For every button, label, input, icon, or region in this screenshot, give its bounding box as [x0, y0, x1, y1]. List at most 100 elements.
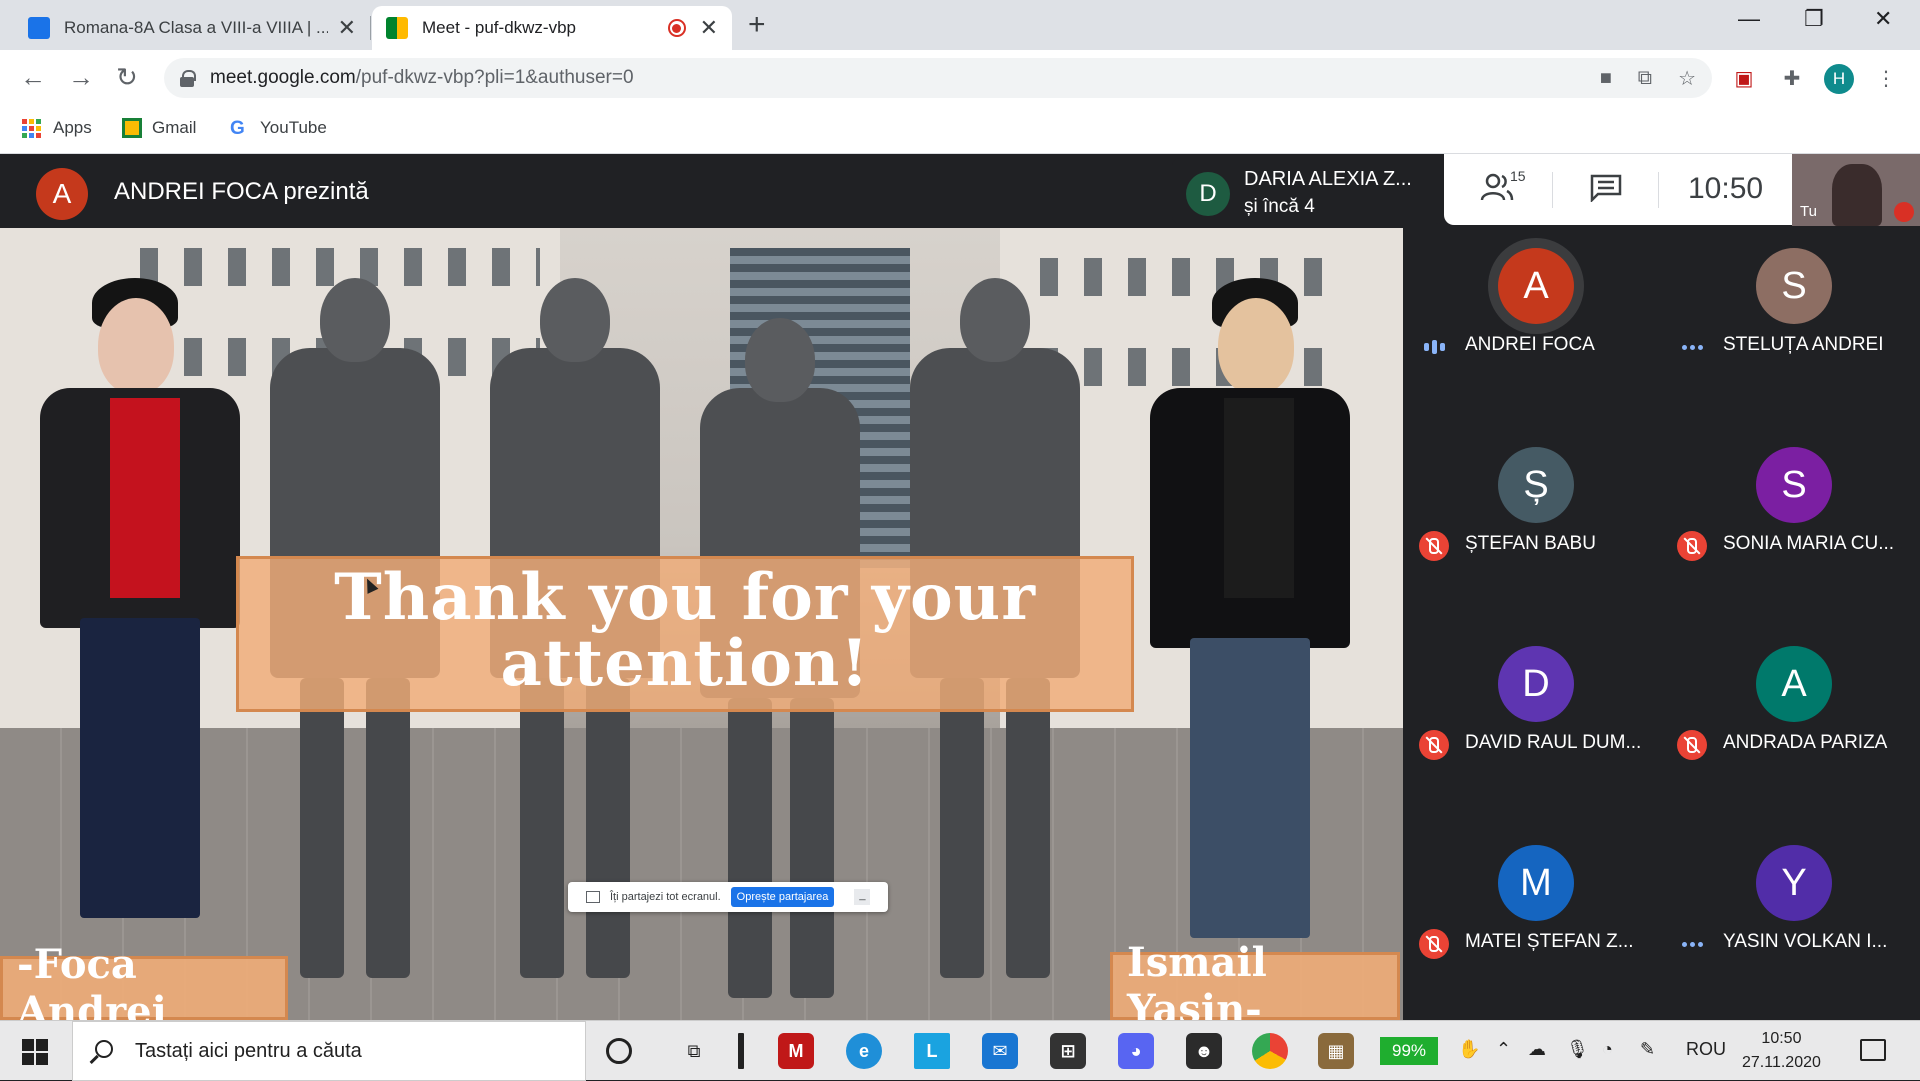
meet-icon	[386, 17, 408, 39]
battery-indicator[interactable]: 99%	[1380, 1037, 1438, 1065]
forward-icon[interactable]: →	[68, 62, 94, 93]
translate-icon[interactable]: ⧉	[1638, 67, 1652, 90]
participant-avatar: A	[1756, 646, 1832, 722]
taskbar-search[interactable]: Tastați aici pentru a căuta	[72, 1021, 586, 1081]
cortana-icon[interactable]	[606, 1038, 632, 1064]
meet-top-bar: A ANDREI FOCA prezintă D DARIA ALEXIA Z.…	[0, 154, 1920, 228]
divider	[1552, 172, 1553, 208]
menu-kebab-icon[interactable]: ⋮	[1872, 64, 1900, 92]
meeting-clock: 10:50	[1688, 172, 1764, 205]
mcafee-icon[interactable]: M	[778, 1033, 814, 1069]
tray-chevron-icon[interactable]: ⌃	[1496, 1039, 1511, 1060]
discord-icon[interactable]: ◕	[1118, 1033, 1154, 1069]
participant-tile[interactable]: S SONIA MARIA CU...	[1661, 427, 1919, 625]
address-bar[interactable]: meet.google.com/puf-dkwz-vbp?pli=1&authu…	[164, 58, 1712, 98]
extensions-puzzle-icon[interactable]: ✚	[1778, 64, 1806, 92]
lock-icon[interactable]	[180, 70, 196, 87]
bookmark-gmail[interactable]: Gmail	[122, 118, 196, 138]
participant-name: ANDREI FOCA	[1465, 334, 1595, 355]
microphone-icon[interactable]: 🎙	[1566, 1039, 1589, 1060]
participant-tile[interactable]: A ANDRADA PARIZA	[1661, 626, 1919, 824]
bookmark-youtube[interactable]: G YouTube	[230, 118, 327, 139]
store-icon[interactable]: ⊞	[1050, 1033, 1086, 1069]
pinned-avatar: D	[1186, 172, 1230, 216]
meeting-controls: 15 10:50	[1444, 154, 1792, 225]
close-window-button[interactable]: ✕	[1874, 6, 1892, 32]
pen-icon[interactable]: ✎	[1640, 1039, 1655, 1060]
participant-name: YASIN VOLKAN I...	[1723, 931, 1888, 952]
mail-icon[interactable]: ✉	[982, 1033, 1018, 1069]
audio-dots-icon	[1677, 332, 1707, 362]
url-host: meet.google.com	[210, 67, 356, 88]
participant-avatar: A	[1498, 248, 1574, 324]
self-view[interactable]: Tu	[1792, 154, 1920, 226]
chrome-icon[interactable]	[1252, 1033, 1288, 1069]
gmail-icon	[122, 118, 142, 138]
bookmark-star-icon[interactable]: ☆	[1678, 66, 1696, 91]
participant-tile[interactable]: Ș ȘTEFAN BABU	[1403, 427, 1661, 625]
url-text: meet.google.com/puf-dkwz-vbp?pli=1&authu…	[210, 67, 1574, 89]
stop-sharing-button[interactable]: Oprește partajarea	[730, 887, 835, 907]
participant-avatar: M	[1498, 845, 1574, 921]
language-indicator[interactable]: ROU	[1686, 1039, 1726, 1060]
caption-left: -Foca Andrei	[0, 941, 288, 1020]
tab-classroom[interactable]: Romana-8A Clasa a VIII-a VIIIA | ... ✕	[14, 6, 370, 50]
self-label: Tu	[1800, 203, 1817, 220]
presenter-label: ANDREI FOCA prezintă	[114, 178, 369, 205]
taskbar-time: 10:50	[1761, 1030, 1802, 1047]
participant-tile[interactable]: Y YASIN VOLKAN I...	[1661, 825, 1919, 1023]
search-placeholder: Tastați aici pentru a căuta	[135, 1039, 362, 1062]
chat-button[interactable]	[1590, 174, 1622, 204]
participant-name: ȘTEFAN BABU	[1465, 533, 1596, 554]
lenovo-vantage-icon[interactable]: L	[914, 1033, 950, 1069]
tab-separator	[370, 16, 371, 40]
mcafee-extension-icon[interactable]: ▣	[1730, 64, 1758, 92]
participant-tile[interactable]: D DAVID RAUL DUM...	[1403, 626, 1661, 824]
participant-name: ANDRADA PARIZA	[1723, 732, 1888, 753]
restore-button[interactable]: ❐	[1804, 6, 1824, 32]
participants-button[interactable]: 15	[1480, 168, 1526, 206]
new-tab-button[interactable]: +	[748, 8, 766, 42]
minimize-button[interactable]: —	[1738, 6, 1760, 32]
edge-icon[interactable]: e	[846, 1033, 882, 1069]
windows-start-icon[interactable]	[22, 1039, 48, 1065]
shared-screen-presentation: Thank you for your attention! -Foca Andr…	[0, 228, 1403, 1020]
apps-grid-icon	[22, 118, 41, 138]
app-divider-icon[interactable]	[738, 1033, 744, 1069]
participant-tile[interactable]: S STELUȚA ANDREI	[1661, 228, 1919, 426]
close-tab-icon[interactable]: ✕	[700, 15, 718, 41]
bookmark-apps[interactable]: Apps	[22, 118, 92, 138]
touch-icon[interactable]: ✋	[1458, 1039, 1480, 1060]
search-icon	[95, 1040, 113, 1058]
url-path: /puf-dkwz-vbp?pli=1&authuser=0	[355, 67, 634, 88]
pinned-participants[interactable]: D DARIA ALEXIA Z... și încă 4	[1172, 158, 1444, 224]
wifi-icon[interactable]: ◔	[1602, 1039, 1613, 1060]
screen-share-bar: Îți partajezi tot ecranul. Oprește parta…	[568, 882, 888, 912]
share-status-text: Îți partajezi tot ecranul.	[610, 891, 721, 903]
tab-meet[interactable]: Meet - puf-dkwz-vbp ✕	[372, 6, 732, 50]
tab-title: Meet - puf-dkwz-vbp	[422, 18, 576, 37]
app-shield-icon[interactable]: ☻	[1186, 1033, 1222, 1069]
mic-muted-icon	[1419, 531, 1449, 561]
minecraft-icon[interactable]: ▦	[1318, 1033, 1354, 1069]
back-icon[interactable]: ←	[20, 62, 46, 93]
mic-muted-icon	[1419, 730, 1449, 760]
participant-tile[interactable]: A ANDREI FOCA	[1403, 228, 1661, 426]
close-tab-icon[interactable]: ✕	[338, 15, 356, 41]
task-view-icon[interactable]: ⧉	[676, 1033, 712, 1069]
bookmark-label: Gmail	[152, 118, 197, 137]
reload-icon[interactable]: ↻	[116, 62, 138, 93]
participant-tile[interactable]: M MATEI ȘTEFAN Z...	[1403, 825, 1661, 1023]
notification-center-icon[interactable]	[1860, 1039, 1886, 1061]
onedrive-icon[interactable]: ☁	[1528, 1039, 1546, 1060]
hide-bar-button[interactable]: _	[854, 889, 871, 905]
profile-avatar[interactable]: H	[1824, 64, 1854, 94]
presenter-avatar: A	[36, 168, 88, 220]
chat-icon	[1590, 174, 1622, 204]
taskbar-clock[interactable]: 10:50 27.11.2020	[1742, 1027, 1821, 1075]
camera-icon[interactable]: ■	[1600, 67, 1612, 90]
building-windows	[140, 248, 540, 286]
caption-right: Ismail Yasin-	[1110, 939, 1400, 1020]
participant-avatar: S	[1756, 447, 1832, 523]
participant-avatar: D	[1498, 646, 1574, 722]
